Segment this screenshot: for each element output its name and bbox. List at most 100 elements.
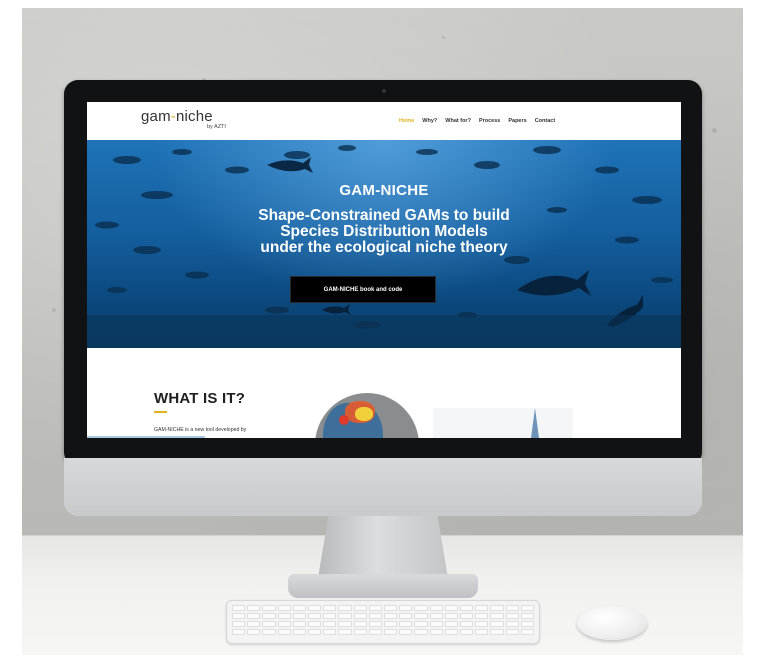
scroll-progress-bar [87,436,205,438]
keyboard-key [262,621,276,627]
wall-texture-dot [442,36,445,39]
keyboard-key [338,629,352,635]
logo-wordmark: gam-niche [141,108,213,125]
keyboard-key [277,629,291,635]
keyboard-key [353,621,367,627]
keyboard-key [399,629,413,635]
keyboard-key [475,629,489,635]
keyboard-key [520,605,534,611]
keyboard-key [368,629,382,635]
keyboard-key [232,621,246,627]
keyboard-key [429,613,443,619]
keyboard-key [292,613,306,619]
keyboard-key [444,621,458,627]
hero-banner: GAM-NICHE Shape-Constrained GAMs to buil… [87,140,681,348]
hero-subtitle-line: Shape-Constrained GAMs to build [258,207,510,224]
keyboard-key [520,613,534,619]
globe-map-icon [315,393,419,438]
keyboard-key [353,613,367,619]
site-logo[interactable]: gam-niche by AZTI [141,108,241,136]
keyboard-key [383,621,398,627]
keyboard-key [490,621,504,627]
keyboard-key [292,621,306,627]
keyboard-key [277,621,291,627]
keyboard-key [292,629,306,635]
nav-item-contact[interactable]: Contact [535,118,555,124]
keyboard-key [353,605,367,611]
keyboard-key [292,605,306,611]
keyboard-key [444,629,458,635]
nav-item-papers[interactable]: Papers [508,118,526,124]
keyboard-key [475,613,489,619]
keyboard-key [475,605,489,611]
keyboard-key [323,613,337,619]
hero-title: GAM-NICHE [339,182,429,199]
keyboard-key [307,605,322,611]
keyboard-key [277,605,291,611]
keyboard-key [383,613,398,619]
keyboard-key [247,629,261,635]
keyboard-key [459,613,474,619]
monitor-stand-base [288,574,478,598]
keyboard-key [368,613,382,619]
nav-item-why[interactable]: Why? [422,118,437,124]
keyboard-key [414,621,428,627]
keyboard [226,600,540,644]
keyboard-key [338,621,352,627]
keyboard-key [262,605,276,611]
monitor-stand [318,516,448,578]
keyboard-key [505,629,519,635]
keyboard-key [459,605,474,611]
what-is-it-section: WHAT IS IT? GAM-NICHE is a new tool deve… [87,348,681,438]
keyboard-key [338,605,352,611]
hero-subtitle: Shape-Constrained GAMs to build Species … [87,208,681,256]
nav-item-home[interactable]: Home [399,118,414,124]
globe-heat-region [339,415,349,425]
nav-item-process[interactable]: Process [479,118,500,124]
wall-texture-dot [712,128,717,133]
keyboard-key [444,613,458,619]
webcam-icon [382,89,386,93]
hero-subtitle-line: Species Distribution Models [280,223,488,240]
keyboard-key [353,629,367,635]
wall-texture-dot [52,308,56,312]
keyboard-key [368,605,382,611]
keyboard-key [399,605,413,611]
keyboard-key [399,613,413,619]
section-text: GAM-NICHE is a new tool developed by [154,427,247,433]
title-underline [154,411,167,413]
keyboard-key [520,621,534,627]
keyboard-key [338,613,352,619]
keyboard-key [247,621,261,627]
keyboard-key [414,613,428,619]
keyboard-key [307,613,322,619]
keyboard-key [399,621,413,627]
keyboard-key [459,629,474,635]
hero-subtitle-line: under the ecological niche theory [260,239,508,256]
monitor-chin [64,458,702,516]
keyboard-key [262,629,276,635]
keyboard-key [459,621,474,627]
keyboard-key [429,605,443,611]
keyboard-key [520,629,534,635]
keyboard-key [490,629,504,635]
keyboard-key [247,613,261,619]
keyboard-key [429,629,443,635]
keyboard-key [414,629,428,635]
keyboard-key [262,613,276,619]
keyboard-key [505,613,519,619]
keyboard-key [307,621,322,627]
book-and-code-button[interactable]: GAM-NICHE book and code [290,276,436,303]
section-title: WHAT IS IT? [154,390,246,407]
logo-byline: by AZTI [207,124,226,130]
keyboard-key [383,629,398,635]
keyboard-key [444,605,458,611]
keyboard-key [232,613,246,619]
chart-panel [433,408,573,438]
keyboard-key [505,621,519,627]
keyboard-key [383,605,398,611]
nav-item-what-for[interactable]: What for? [445,118,471,124]
keyboard-key [277,613,291,619]
keyboard-key [475,621,489,627]
keyboard-key [323,629,337,635]
